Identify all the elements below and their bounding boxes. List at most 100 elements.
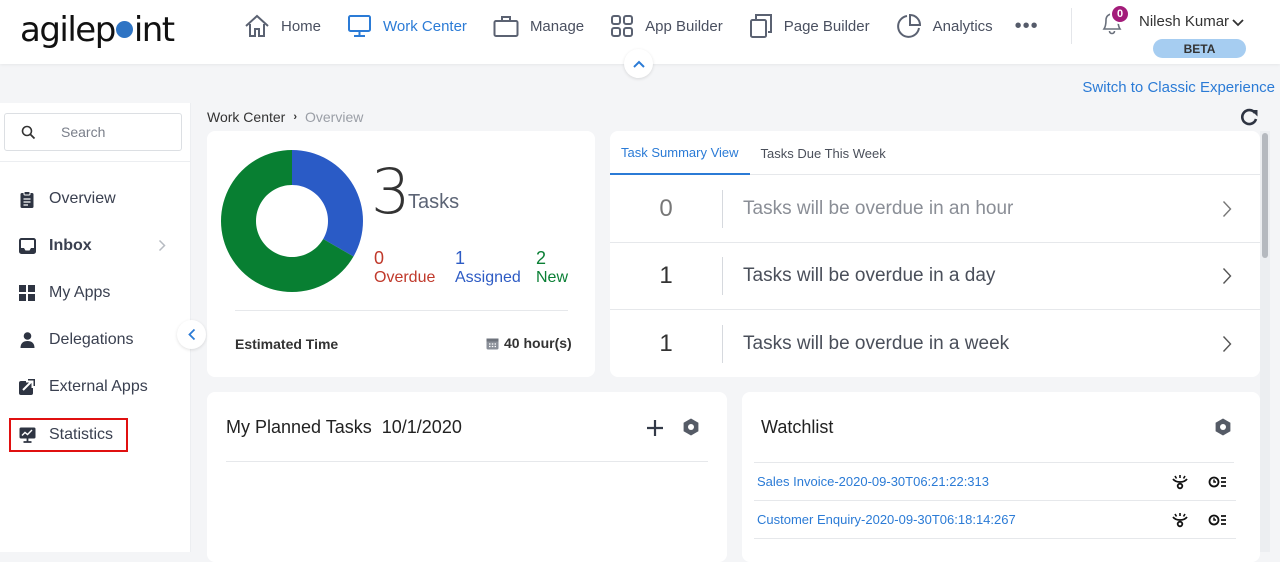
chevron-right-icon bbox=[1222, 335, 1232, 352]
nav-app-builder[interactable]: App Builder bbox=[610, 14, 723, 38]
user-name: Nilesh Kumar bbox=[1139, 13, 1230, 30]
settings-gear-icon[interactable] bbox=[682, 418, 700, 436]
sidebar-item-delegations[interactable]: Delegations bbox=[18, 325, 178, 355]
sidebar-item-overview[interactable]: Overview bbox=[18, 184, 178, 214]
task-donut-chart bbox=[221, 150, 363, 292]
card-divider bbox=[235, 310, 568, 311]
notification-badge: 0 bbox=[1110, 4, 1130, 24]
task-row-text: Tasks will be overdue in a day bbox=[743, 265, 996, 286]
stat-assigned-value: 1 bbox=[455, 248, 466, 268]
statistics-highlight-box bbox=[9, 418, 128, 452]
chevron-right-icon bbox=[158, 239, 166, 252]
agilepoint-logo[interactable]: agilep int bbox=[20, 10, 175, 50]
task-row-day[interactable]: 1 Tasks will be overdue in a day bbox=[610, 243, 1260, 310]
logo-dot bbox=[115, 21, 133, 38]
chevron-left-icon bbox=[187, 328, 195, 341]
person-icon bbox=[20, 332, 34, 348]
watchlist-item-link[interactable]: Customer Enquiry-2020-09-30T06:18:14:267 bbox=[757, 512, 1152, 527]
history-list-icon bbox=[1208, 476, 1226, 487]
breadcrumb-work-center[interactable]: Work Center bbox=[207, 109, 285, 125]
nav-manage-label: Manage bbox=[529, 17, 585, 35]
grid-icon bbox=[611, 15, 634, 37]
row-divider bbox=[722, 257, 723, 295]
search-placeholder: Search bbox=[61, 124, 106, 140]
search-input[interactable]: Search bbox=[4, 113, 182, 151]
stat-overdue[interactable]: 0 Overdue bbox=[374, 248, 435, 288]
chevron-up-icon bbox=[632, 60, 645, 68]
inbox-icon bbox=[18, 238, 36, 254]
watchlist-row: Sales Invoice-2020-09-30T06:21:22:313 bbox=[754, 463, 1236, 501]
unwatch-button[interactable] bbox=[1172, 474, 1188, 490]
more-menu-button[interactable]: ••• bbox=[1015, 15, 1039, 38]
logo-text-end: int bbox=[133, 10, 175, 50]
task-row-count: 1 bbox=[659, 262, 673, 289]
watchlist-item-link[interactable]: Sales Invoice-2020-09-30T06:21:22:313 bbox=[757, 474, 1152, 489]
watchlist-row: Customer Enquiry-2020-09-30T06:18:14:267 bbox=[754, 501, 1236, 539]
nav-page-builder-label: Page Builder bbox=[783, 17, 870, 35]
nav-app-builder-label: App Builder bbox=[645, 17, 723, 35]
task-panel-tabs: Task Summary View Tasks Due This Week bbox=[610, 131, 1260, 175]
beta-badge: BETA bbox=[1153, 39, 1246, 58]
unwatch-button[interactable] bbox=[1172, 512, 1188, 528]
donut-slice-assigned[interactable] bbox=[292, 150, 363, 257]
collapse-sidebar-button[interactable] bbox=[177, 320, 206, 349]
clipboard-icon bbox=[20, 190, 34, 208]
stat-new[interactable]: 2 New bbox=[536, 248, 568, 288]
estimated-time-value: 40 hour(s) bbox=[486, 335, 572, 351]
nav-home[interactable]: Home bbox=[244, 14, 321, 38]
chevron-right-icon bbox=[1222, 268, 1232, 284]
task-panel-card: Task Summary View Tasks Due This Week 0 … bbox=[610, 131, 1260, 377]
stat-assigned[interactable]: 1 Assigned bbox=[455, 248, 521, 288]
home-icon bbox=[245, 14, 269, 37]
sidebar-divider bbox=[0, 161, 191, 162]
estimated-time-label: Estimated Time bbox=[235, 336, 339, 352]
task-row-count: 1 bbox=[659, 329, 673, 357]
calendar-icon bbox=[486, 338, 499, 349]
task-row-count: 0 bbox=[659, 195, 673, 222]
add-planned-task-button[interactable] bbox=[646, 419, 664, 437]
sidebar-item-external-apps[interactable]: External Apps bbox=[18, 372, 178, 402]
pages-icon bbox=[749, 14, 772, 38]
history-button[interactable] bbox=[1208, 513, 1228, 527]
row-divider bbox=[722, 190, 723, 228]
nav-work-center-label: Work Center bbox=[383, 17, 467, 35]
user-menu[interactable]: Nilesh Kumar bbox=[1139, 13, 1244, 30]
sidebar-item-label: Delegations bbox=[49, 331, 134, 348]
sidebar-item-label: Overview bbox=[49, 190, 116, 207]
stat-overdue-value: 0 bbox=[374, 248, 385, 268]
external-link-icon bbox=[19, 379, 35, 395]
search-icon bbox=[21, 125, 36, 139]
watchlist-settings-gear-icon[interactable] bbox=[1214, 418, 1232, 436]
sidebar: Search Overview Inbox My Apps Delegation… bbox=[0, 103, 191, 552]
nav-page-builder[interactable]: Page Builder bbox=[749, 13, 870, 39]
eye-unwatch-icon bbox=[1172, 512, 1188, 527]
refresh-icon[interactable] bbox=[1240, 108, 1260, 126]
history-button[interactable] bbox=[1208, 475, 1228, 489]
nav-work-center[interactable]: Work Center bbox=[347, 14, 467, 38]
planned-tasks-date: 10/1/2020 bbox=[381, 417, 462, 437]
sidebar-item-my-apps[interactable]: My Apps bbox=[18, 278, 178, 308]
breadcrumb-separator-icon: › bbox=[293, 111, 297, 123]
sidebar-item-label: External Apps bbox=[49, 378, 148, 395]
stat-new-label: New bbox=[536, 269, 569, 286]
nav-divider bbox=[1071, 8, 1072, 44]
task-row-text: Tasks will be overdue in an hour bbox=[743, 198, 1014, 219]
page-scrollbar-thumb[interactable] bbox=[1262, 133, 1268, 258]
card-divider bbox=[226, 461, 708, 462]
watchlist-card: Watchlist Sales Invoice-2020-09-30T06:21… bbox=[742, 392, 1260, 562]
sidebar-item-inbox[interactable]: Inbox bbox=[18, 231, 178, 261]
total-tasks-count: 3 bbox=[371, 155, 411, 228]
planned-tasks-title: My Planned Tasks 10/1/2020 bbox=[226, 417, 462, 438]
sidebar-item-label: Inbox bbox=[49, 237, 92, 254]
main-nav: Home Work Center Manage App Builder Page… bbox=[244, 0, 1039, 52]
nav-analytics[interactable]: Analytics bbox=[896, 13, 993, 39]
task-row-hour[interactable]: 0 Tasks will be overdue in an hour bbox=[610, 176, 1260, 243]
stat-new-value: 2 bbox=[536, 248, 547, 268]
estimated-time-text: 40 hour(s) bbox=[504, 335, 572, 351]
switch-classic-link[interactable]: Switch to Classic Experience bbox=[1082, 79, 1275, 96]
tab-tasks-due-this-week[interactable]: Tasks Due This Week bbox=[750, 131, 897, 175]
tab-task-summary-view[interactable]: Task Summary View bbox=[610, 131, 750, 175]
collapse-header-button[interactable] bbox=[624, 49, 653, 78]
nav-manage[interactable]: Manage bbox=[493, 14, 584, 38]
task-row-week[interactable]: 1 Tasks will be overdue in a week bbox=[610, 310, 1260, 377]
